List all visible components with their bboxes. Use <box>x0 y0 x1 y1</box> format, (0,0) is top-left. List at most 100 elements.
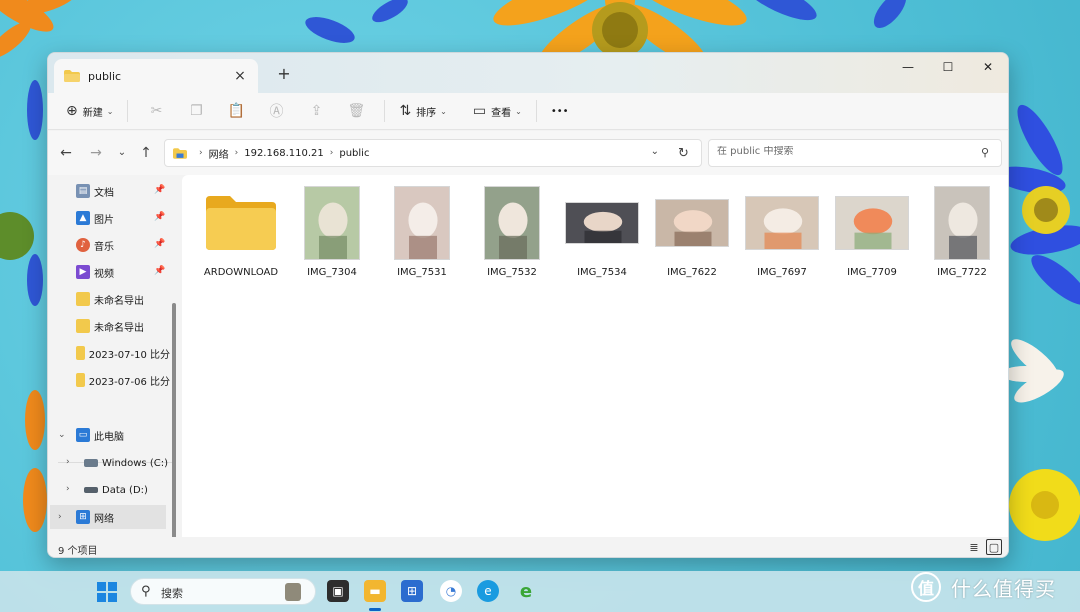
new-label: 新建 <box>82 107 103 119</box>
details-view-icon[interactable]: ≣ <box>966 539 982 555</box>
file-item-image[interactable]: IMG_7532 <box>469 185 555 278</box>
close-button[interactable]: ✕ <box>968 55 1008 79</box>
sidebar-item-drive-d[interactable]: Data (D:) <box>84 478 174 502</box>
back-arrow-icon[interactable]: ← <box>58 145 74 161</box>
pin-icon[interactable]: 📌 <box>154 266 165 276</box>
delete-icon[interactable]: 🗑 <box>336 97 376 125</box>
chevron-down-icon: ⌄ <box>440 106 447 116</box>
navigation-pane: ▤ 文档 📌 ▲ 图片 📌 ♪ 音乐 📌 ▶ 视频 📌 未命名导出 未命名导出 <box>48 175 182 543</box>
blue-petals-decoration <box>300 0 420 60</box>
sidebar-item-drive-c[interactable]: Windows (C:) <box>84 451 174 475</box>
app-swirl-icon[interactable]: ◔ <box>440 580 462 602</box>
copy-icon[interactable]: ❐ <box>176 97 216 125</box>
address-history-chevron-icon[interactable]: ⌄ <box>651 146 659 157</box>
minimize-button[interactable]: — <box>888 55 928 79</box>
refresh-icon[interactable]: ↻ <box>678 146 689 161</box>
up-arrow-icon[interactable]: ↑ <box>138 145 154 161</box>
sidebar-item-folder[interactable]: 2023-07-10 比分 <box>76 341 170 365</box>
file-item-folder[interactable]: ARDOWNLOAD <box>198 185 284 278</box>
share-icon[interactable]: ⇪ <box>296 97 336 125</box>
file-item-image[interactable]: IMG_7304 <box>289 185 375 278</box>
watermark: 值 什么值得买 <box>911 572 1056 602</box>
file-item-image[interactable]: IMG_7709 <box>829 185 915 278</box>
microsoft-store-icon[interactable]: ⊞ <box>401 580 423 602</box>
sidebar-item-network[interactable]: ⊞ 网络 <box>50 505 166 529</box>
image-thumbnail <box>394 186 450 260</box>
task-view-icon[interactable]: ▣ <box>327 580 349 602</box>
file-item-image[interactable]: IMG_7622 <box>649 185 735 278</box>
image-thumbnail <box>484 186 540 260</box>
taskbar-search-box[interactable]: ⚲ 搜索 <box>130 578 316 605</box>
file-explorer-icon[interactable]: ▬ <box>364 580 386 602</box>
new-tab-button[interactable]: + <box>274 64 294 83</box>
sidebar-item-folder[interactable]: 未命名导出 <box>76 287 172 311</box>
white-flower-decoration <box>1005 330 1075 420</box>
breadcrumb-host[interactable]: 192.168.110.21 <box>244 148 324 159</box>
image-thumbnail <box>304 186 360 260</box>
view-icon: ▭ <box>472 103 487 119</box>
toolbar-divider <box>384 100 386 122</box>
search-input[interactable] <box>717 146 967 157</box>
file-item-image[interactable]: IMG_7722 <box>919 185 1005 278</box>
chevron-right-icon[interactable]: › <box>58 512 62 522</box>
sidebar-item-documents[interactable]: ▤ 文档 <box>76 179 166 203</box>
sidebar-item-label: 2023-07-06 比分 <box>88 376 170 388</box>
cut-icon[interactable]: ✂ <box>136 97 176 125</box>
file-item-image[interactable]: IMG_7531 <box>379 185 465 278</box>
tab-public[interactable]: public × <box>54 59 258 93</box>
sidebar-item-pictures[interactable]: ▲ 图片 <box>76 206 166 230</box>
image-thumbnail <box>565 202 639 244</box>
pin-icon[interactable]: 📌 <box>154 212 165 222</box>
sidebar-scrollbar[interactable] <box>172 303 176 543</box>
file-name: IMG_7722 <box>937 267 987 278</box>
more-options-button[interactable]: ••• <box>545 97 575 125</box>
search-box[interactable]: ⚲ <box>708 139 1002 167</box>
sidebar-item-this-pc[interactable]: ▭ 此电脑 <box>76 423 172 447</box>
file-item-image[interactable]: IMG_7534 <box>559 185 645 278</box>
sidebar-item-music[interactable]: ♪ 音乐 <box>76 233 166 257</box>
blue-flower-decoration <box>1000 100 1080 320</box>
rename-icon[interactable]: Ⓐ <box>256 97 296 125</box>
ie-browser-icon[interactable]: e <box>515 580 537 602</box>
search-icon: ⚲ <box>980 146 989 159</box>
forward-arrow-icon[interactable]: → <box>88 145 104 161</box>
drive-icon <box>84 487 98 493</box>
pin-icon[interactable]: 📌 <box>154 239 165 249</box>
sidebar-item-folder[interactable]: 2023-07-06 比分 <box>76 368 170 392</box>
file-name: IMG_7697 <box>757 267 807 278</box>
sidebar-item-folder[interactable]: 未命名导出 <box>76 314 172 338</box>
file-item-image[interactable]: IMG_7697 <box>739 185 825 278</box>
folder-icon <box>76 319 90 333</box>
edge-browser-icon[interactable]: e <box>477 580 499 602</box>
sort-button[interactable]: ⇅ 排序 ⌄ <box>393 97 452 125</box>
chevron-right-icon[interactable]: › <box>66 484 70 494</box>
windows-start-icon[interactable] <box>97 582 117 602</box>
sidebar-item-videos[interactable]: ▶ 视频 <box>76 260 166 284</box>
chevron-right-icon[interactable]: › <box>66 457 70 467</box>
new-button[interactable]: ⊕ 新建 ⌄ <box>60 97 119 125</box>
chevron-down-icon[interactable]: ⌄ <box>58 430 66 440</box>
breadcrumb-network[interactable]: 网络 <box>209 146 229 161</box>
breadcrumb-separator-icon: › <box>329 148 334 158</box>
thumbnail-view-icon[interactable]: ▢ <box>986 539 1002 555</box>
sidebar-item-label: 未命名导出 <box>94 295 144 307</box>
pin-icon[interactable]: 📌 <box>154 185 165 195</box>
sidebar-item-label: 此电脑 <box>94 431 124 443</box>
sidebar-item-label: 文档 <box>94 187 114 199</box>
video-icon: ▶ <box>76 265 90 279</box>
paste-icon[interactable]: 📋 <box>216 97 256 125</box>
sidebar-item-label: 视频 <box>94 268 114 280</box>
taskbar-search-label: 搜索 <box>161 587 183 600</box>
address-bar[interactable]: › 网络 › 192.168.110.21 › public ⌄ <box>164 139 702 167</box>
image-thumbnail <box>934 186 990 260</box>
image-thumbnail <box>745 196 819 250</box>
maximize-button[interactable]: ☐ <box>928 55 968 79</box>
sidebar-item-label: 未命名导出 <box>94 322 144 334</box>
recent-locations-chevron-icon[interactable]: ⌄ <box>114 147 130 158</box>
breadcrumb-public[interactable]: public <box>339 148 369 159</box>
sidebar-item-label: 音乐 <box>94 241 114 253</box>
view-button[interactable]: ▭ 查看 ⌄ <box>467 97 528 125</box>
folder-icon <box>64 70 80 82</box>
close-tab-icon[interactable]: × <box>232 68 248 84</box>
file-name: IMG_7622 <box>667 267 717 278</box>
